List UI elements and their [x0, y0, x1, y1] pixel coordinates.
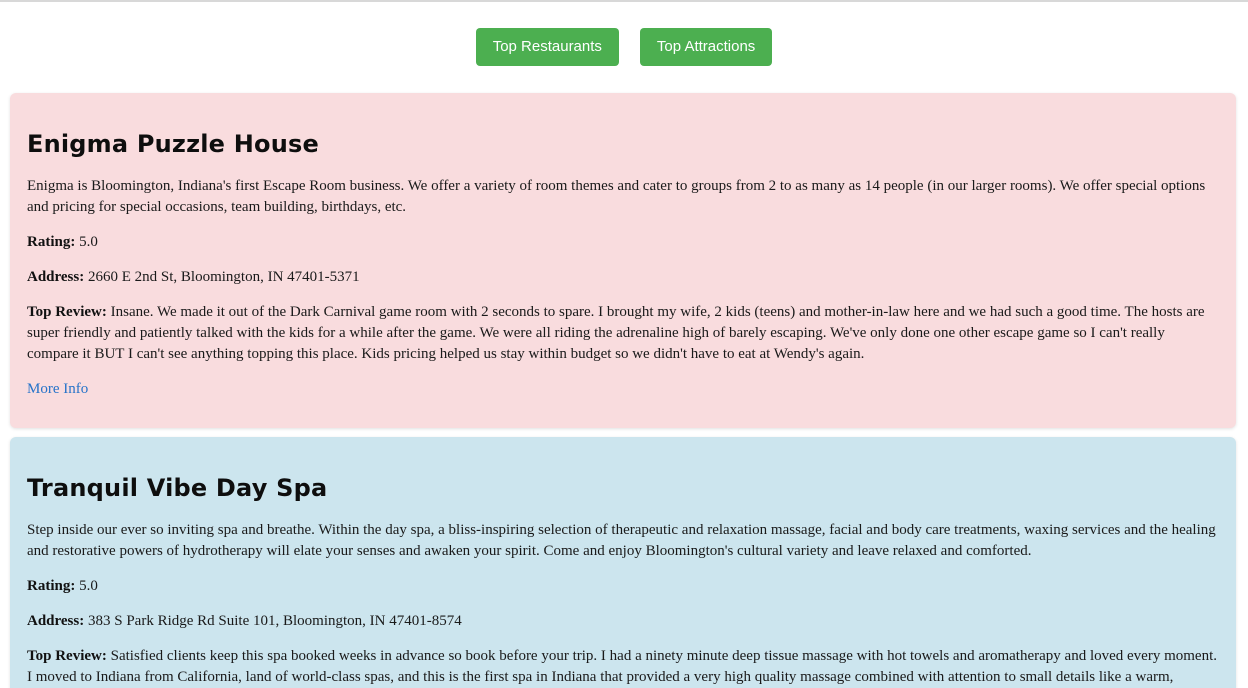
attraction-rating: Rating: 5.0 — [27, 232, 1219, 253]
address-label: Address: — [27, 269, 85, 285]
top-review-label: Top Review: — [27, 304, 107, 320]
address-label: Address: — [27, 613, 85, 629]
attraction-top-review: Top Review: Insane. We made it out of th… — [27, 302, 1219, 365]
rating-label: Rating: — [27, 578, 76, 594]
top-divider — [0, 0, 1248, 2]
attraction-address: Address: 383 S Park Ridge Rd Suite 101, … — [27, 611, 1219, 632]
rating-label: Rating: — [27, 234, 76, 250]
address-value: 2660 E 2nd St, Bloomington, IN 47401-537… — [87, 269, 360, 285]
attraction-title: Tranquil Vibe Day Spa — [27, 474, 328, 502]
address-value: 383 S Park Ridge Rd Suite 101, Bloomingt… — [87, 613, 462, 629]
rating-value: 5.0 — [79, 578, 98, 594]
attraction-address: Address: 2660 E 2nd St, Bloomington, IN … — [27, 267, 1219, 288]
nav-bar: Top Restaurants Top Attractions — [0, 28, 1248, 66]
attraction-top-review: Top Review: Satisfied clients keep this … — [27, 646, 1219, 688]
top-restaurants-button[interactable]: Top Restaurants — [475, 28, 619, 66]
attraction-description: Enigma is Bloomington, Indiana's first E… — [27, 178, 1206, 215]
rating-value: 5.0 — [79, 234, 98, 250]
attraction-description: Step inside our ever so inviting spa and… — [27, 522, 1216, 559]
attraction-card-enigma: Enigma Puzzle House Enigma is Bloomingto… — [10, 93, 1236, 428]
top-attractions-button[interactable]: Top Attractions — [639, 28, 773, 66]
attraction-card-tranquil-vibe: Tranquil Vibe Day Spa Step inside our ev… — [10, 437, 1236, 688]
top-review-text: Insane. We made it out of the Dark Carni… — [27, 304, 1205, 362]
attraction-title: Enigma Puzzle House — [27, 130, 319, 158]
top-review-label: Top Review: — [27, 648, 107, 664]
more-info-link[interactable]: More Info — [27, 381, 88, 397]
top-review-text: Satisfied clients keep this spa booked w… — [27, 648, 1217, 685]
more-info-row: More Info — [27, 379, 1219, 400]
attraction-rating: Rating: 5.0 — [27, 576, 1219, 597]
